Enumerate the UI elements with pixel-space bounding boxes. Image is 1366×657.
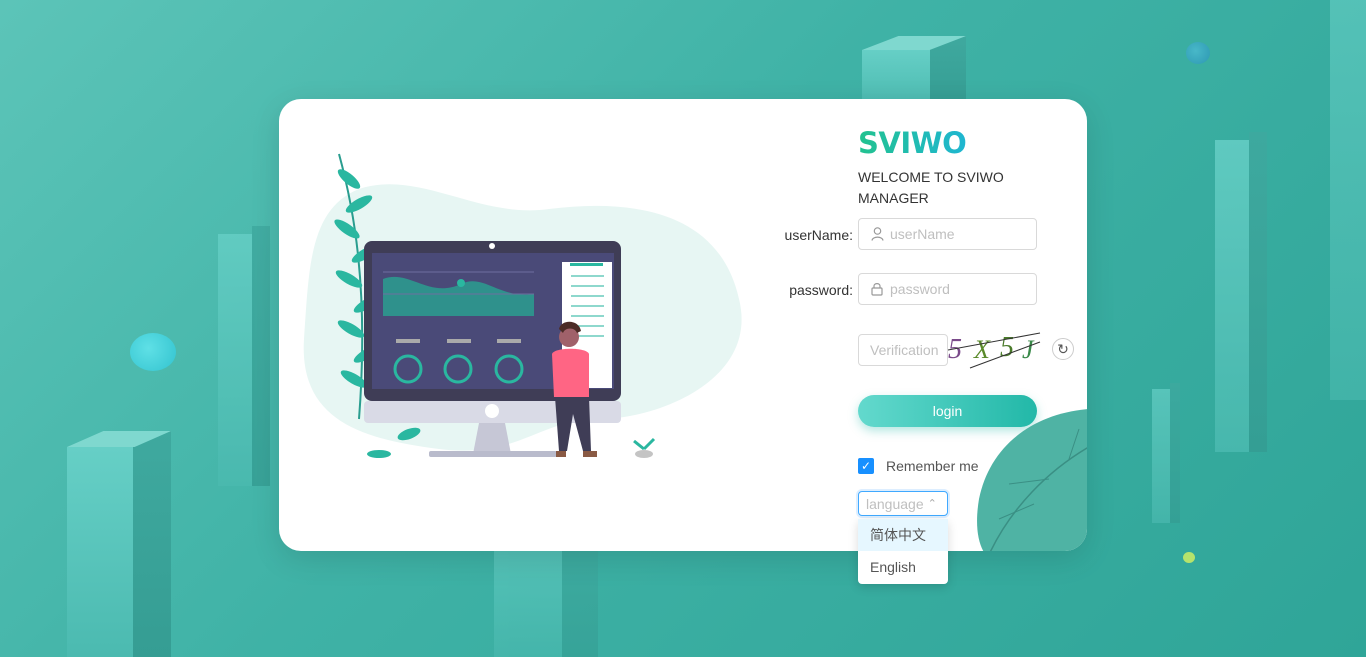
refresh-captcha-button[interactable]: ↻ xyxy=(1052,338,1074,360)
password-input[interactable]: password xyxy=(858,273,1037,305)
svg-text:5: 5 xyxy=(1000,332,1014,363)
username-input[interactable]: userName xyxy=(858,218,1037,250)
bg-pillar xyxy=(67,431,171,657)
bg-pillar xyxy=(494,540,598,657)
verification-input[interactable]: Verification xyxy=(858,334,948,366)
bg-pillar xyxy=(1330,0,1366,400)
bg-orb xyxy=(130,333,176,371)
language-dropdown: 简体中文 English xyxy=(858,519,948,584)
chevron-up-icon: ⌃ xyxy=(927,498,937,510)
bg-pillar xyxy=(1215,132,1267,452)
svg-text:X: X xyxy=(973,335,991,364)
checkbox-checked-icon[interactable]: ✓ xyxy=(858,458,874,474)
captcha-image[interactable]: 5 X 5 J xyxy=(946,328,1042,370)
password-label: password: xyxy=(789,282,853,298)
remember-me-label: Remember me xyxy=(886,458,979,474)
brand-logo: SVIWO xyxy=(858,126,967,160)
language-select[interactable]: language ⌃ xyxy=(858,491,948,516)
lock-icon xyxy=(870,282,884,296)
welcome-heading: WELCOME TO SVIWO MANAGER xyxy=(858,169,1004,206)
decorative-leaf xyxy=(977,409,1087,551)
language-option-en[interactable]: English xyxy=(858,551,948,583)
remember-me-checkbox[interactable]: ✓ Remember me xyxy=(858,458,979,474)
bg-pillar xyxy=(862,36,966,106)
language-placeholder: language xyxy=(866,495,924,512)
bg-orb xyxy=(1186,42,1210,64)
bg-pillar xyxy=(218,226,270,486)
user-icon xyxy=(870,227,884,241)
bg-orb xyxy=(1183,552,1195,563)
password-placeholder: password xyxy=(890,281,950,297)
language-option-zh[interactable]: 简体中文 xyxy=(858,519,948,551)
bg-pillar xyxy=(1152,383,1180,523)
refresh-icon: ↻ xyxy=(1057,340,1069,357)
username-placeholder: userName xyxy=(890,226,955,242)
verification-placeholder: Verification xyxy=(870,342,939,358)
illustration xyxy=(303,153,742,458)
login-card: SVIWO WELCOME TO SVIWO MANAGER userName:… xyxy=(279,99,1087,551)
svg-text:J: J xyxy=(1022,335,1035,364)
username-label: userName: xyxy=(784,227,853,243)
